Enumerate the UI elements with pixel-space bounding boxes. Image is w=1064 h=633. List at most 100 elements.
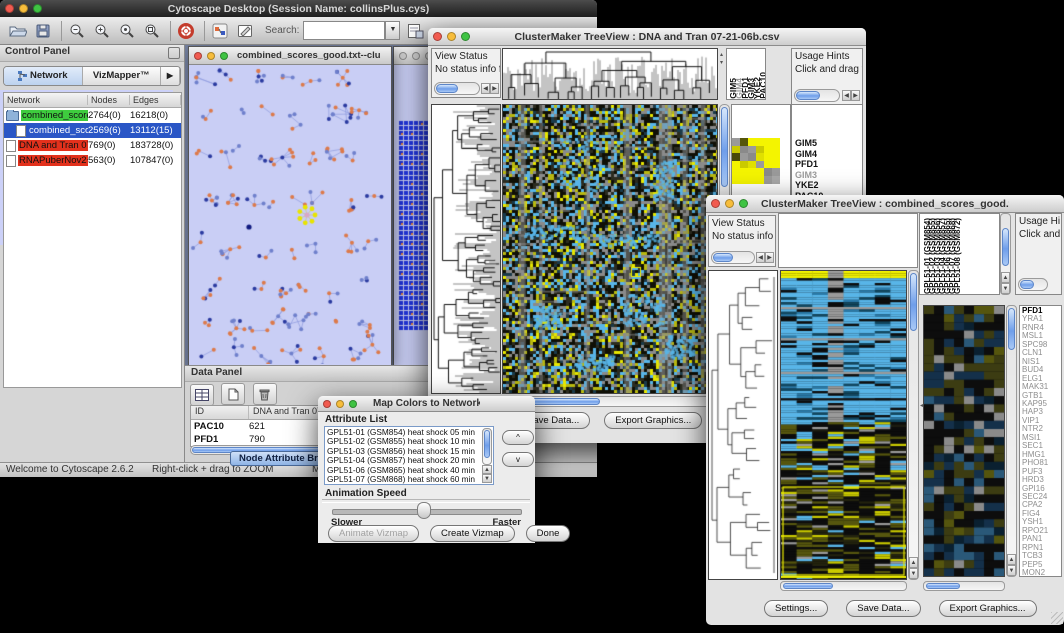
tab-network[interactable]: Network bbox=[4, 67, 83, 85]
hscrollbar[interactable] bbox=[794, 89, 840, 102]
map-dialog-titlebar[interactable]: Map Colors to Network bbox=[318, 396, 535, 412]
splitter-up-icon[interactable]: ▴ bbox=[720, 51, 723, 58]
zoom-in-icon[interactable] bbox=[93, 22, 111, 40]
hscrollbar[interactable] bbox=[434, 82, 480, 95]
scroll-down-icon[interactable]: ▼ bbox=[1001, 283, 1010, 294]
column-header[interactable]: Edges bbox=[130, 95, 181, 105]
scroll-right-icon[interactable]: ▶ bbox=[851, 90, 860, 101]
tab-vizmapper[interactable]: VizMapper™ bbox=[83, 67, 162, 85]
scroll-up-icon[interactable]: ▲ bbox=[1007, 554, 1016, 565]
donebutton[interactable]: Done bbox=[526, 525, 571, 542]
settings-button[interactable]: Settings... bbox=[764, 600, 828, 617]
move-down-button[interactable]: v bbox=[502, 452, 534, 467]
global-tree-panel[interactable] bbox=[778, 213, 918, 268]
attribute-item[interactable]: GPL51-07 (GSM868) heat shock 60 min bbox=[327, 475, 481, 484]
scrollbar-thumb[interactable] bbox=[484, 430, 490, 458]
attribute-browser-icon[interactable] bbox=[406, 22, 424, 40]
scroll-left-icon[interactable]: ◀ bbox=[481, 83, 490, 94]
export-graphics-button[interactable]: Export Graphics... bbox=[939, 600, 1037, 617]
scrollbar-thumb[interactable] bbox=[910, 273, 917, 331]
minimize-icon[interactable] bbox=[336, 400, 344, 408]
row-dendrogram[interactable] bbox=[709, 271, 777, 579]
help-icon[interactable] bbox=[177, 22, 195, 40]
scroll-up-icon[interactable]: ▲ bbox=[1001, 272, 1010, 283]
network-row[interactable]: combined_scores_2764(0)16218(0) bbox=[4, 108, 181, 123]
zoom-fit-icon[interactable] bbox=[143, 22, 161, 40]
scrollbar-thumb[interactable] bbox=[926, 583, 960, 589]
zoom-window-icon[interactable] bbox=[461, 32, 470, 41]
column-header[interactable]: Network bbox=[4, 95, 88, 105]
zoom-window-icon[interactable] bbox=[739, 199, 748, 208]
save-icon[interactable] bbox=[34, 22, 52, 40]
save-data-button[interactable]: Save Data... bbox=[846, 600, 920, 617]
column-header[interactable]: Nodes bbox=[88, 95, 130, 105]
annotation-icon[interactable] bbox=[236, 22, 254, 40]
scrollbar-thumb[interactable] bbox=[1002, 228, 1009, 266]
zoom-heatmap-canvas[interactable] bbox=[924, 306, 1004, 576]
zoom-vscrollbar[interactable]: ▲ ▼ bbox=[1006, 305, 1017, 577]
minimize-icon[interactable] bbox=[19, 4, 28, 13]
heatmap-panel[interactable] bbox=[780, 270, 907, 580]
treeview2-titlebar[interactable]: ClusterMaker TreeView : combined_scores_… bbox=[706, 195, 1064, 213]
minimize-icon[interactable] bbox=[447, 32, 456, 41]
minimize-icon[interactable] bbox=[725, 199, 734, 208]
search-input[interactable] bbox=[303, 21, 385, 40]
heatmap-canvas[interactable] bbox=[781, 271, 906, 579]
open-file-icon[interactable] bbox=[8, 22, 27, 40]
heatmap-hscrollbar[interactable] bbox=[780, 581, 907, 591]
row-dendrogram-panel[interactable] bbox=[431, 104, 501, 394]
close-icon[interactable] bbox=[323, 400, 331, 408]
close-icon[interactable] bbox=[433, 32, 442, 41]
search-dropdown-icon[interactable]: ▼ bbox=[385, 21, 400, 40]
scrollbar-thumb[interactable] bbox=[1008, 308, 1015, 350]
treeview1-titlebar[interactable]: ClusterMaker TreeView : DNA and Tran 07-… bbox=[428, 28, 866, 46]
heatmap-panel[interactable] bbox=[502, 104, 718, 394]
zoom-out-icon[interactable] bbox=[68, 22, 86, 40]
network-row[interactable]: DNA and Tran 07769(0)183728(0) bbox=[4, 138, 181, 153]
network-window-titlebar[interactable]: combined_scores_good.txt--cluste... bbox=[189, 47, 391, 65]
speed-slider-thumb[interactable] bbox=[417, 502, 431, 519]
delete-attribute-button[interactable] bbox=[253, 383, 277, 405]
export-graphics-button[interactable]: Export Graphics... bbox=[604, 412, 702, 429]
create-vizmapbutton[interactable]: Create Vizmap bbox=[430, 525, 515, 542]
scrollbar-thumb[interactable] bbox=[796, 91, 820, 100]
main-titlebar[interactable]: Cytoscape Desktop (Session Name: collins… bbox=[0, 0, 597, 18]
zoom-window-icon[interactable] bbox=[33, 4, 42, 13]
select-attributes-button[interactable] bbox=[190, 384, 214, 406]
scrollbar-thumb[interactable] bbox=[1020, 280, 1034, 289]
heatmap-canvas[interactable] bbox=[503, 105, 717, 393]
float-panel-icon[interactable] bbox=[168, 47, 180, 59]
attribute-listbox[interactable]: GPL51-01 (GSM854) heat shock 05 minGPL51… bbox=[324, 426, 494, 485]
zoom-window-icon[interactable] bbox=[220, 52, 228, 60]
zoom-window-icon[interactable] bbox=[349, 400, 357, 408]
heatmap-vscrollbar[interactable]: ▲ ▼ bbox=[908, 270, 919, 580]
zoom-hscrollbar[interactable] bbox=[923, 581, 1005, 591]
column-dendrogram[interactable] bbox=[503, 49, 717, 99]
close-icon[interactable] bbox=[711, 199, 720, 208]
close-icon[interactable] bbox=[399, 52, 407, 60]
scrollbar-thumb[interactable] bbox=[713, 253, 733, 262]
tab-overflow-icon[interactable]: ▶ bbox=[161, 67, 180, 85]
minimize-icon[interactable] bbox=[207, 52, 215, 60]
row-dendrogram-panel[interactable] bbox=[708, 270, 778, 580]
splitter-down-icon[interactable]: ▾ bbox=[720, 59, 723, 66]
row-dendrogram[interactable] bbox=[432, 105, 500, 393]
scroll-left-icon[interactable]: ◀ bbox=[756, 252, 765, 263]
scrollbar-thumb[interactable] bbox=[436, 84, 458, 93]
create-network-icon[interactable] bbox=[211, 22, 229, 40]
move-up-button[interactable]: ^ bbox=[502, 430, 534, 445]
scroll-down-icon[interactable]: ▼ bbox=[1007, 565, 1016, 576]
column-labels-vscrollbar[interactable]: ▲ ▼ bbox=[1000, 213, 1011, 295]
network-canvas[interactable] bbox=[189, 65, 389, 364]
zoom-heatmap-panel[interactable] bbox=[923, 305, 1005, 577]
scroll-right-icon[interactable]: ▶ bbox=[490, 83, 499, 94]
hscrollbar[interactable] bbox=[711, 251, 755, 264]
minimize-icon[interactable] bbox=[412, 52, 420, 60]
network-row[interactable]: combined_sco2569(6)13112(15) bbox=[4, 123, 181, 138]
scroll-up-icon[interactable]: ▲ bbox=[482, 465, 492, 474]
hscrollbar[interactable] bbox=[1018, 278, 1048, 291]
scrollbar-thumb[interactable] bbox=[783, 583, 833, 589]
network-row[interactable]: RNAPuberNov2+563(0)107847(0) bbox=[4, 153, 181, 168]
scroll-up-icon[interactable]: ▲ bbox=[909, 557, 918, 568]
close-icon[interactable] bbox=[194, 52, 202, 60]
